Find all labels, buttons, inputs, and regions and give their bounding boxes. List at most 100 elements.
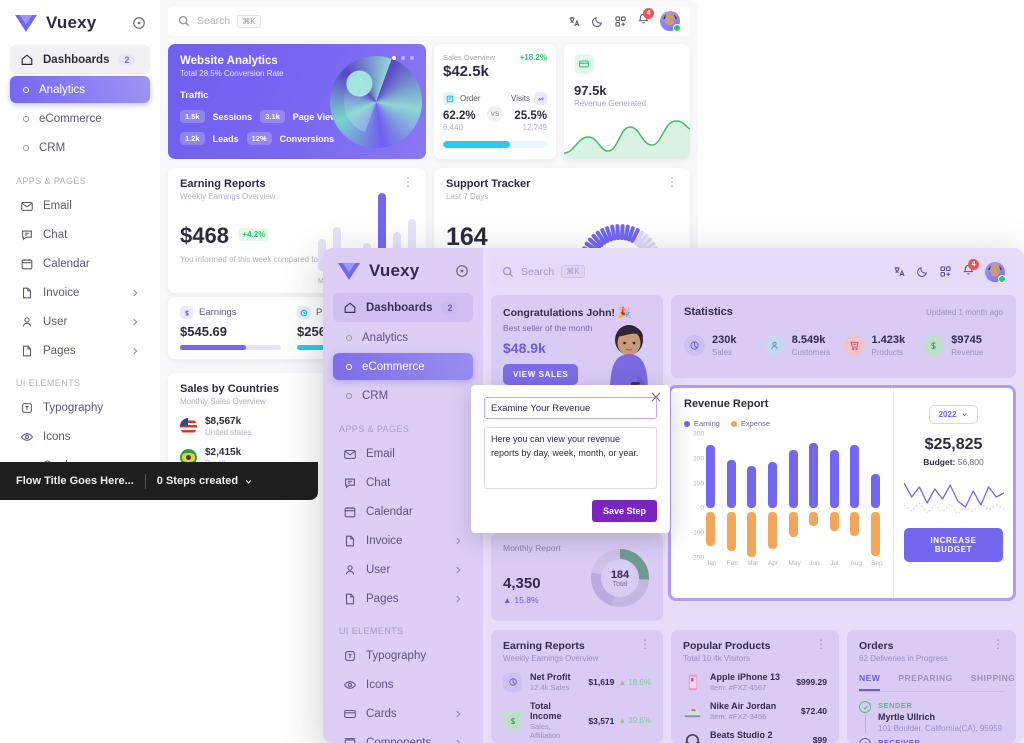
revenue-generated-label: Revenue Generated <box>574 99 647 108</box>
product-name: Beats Studio 2 <box>710 730 773 740</box>
step-title-input[interactable] <box>484 397 657 419</box>
statistics-title: Statistics <box>684 306 733 318</box>
bullet-icon <box>23 144 29 151</box>
brand[interactable]: Vuexy <box>0 0 160 33</box>
year-select[interactable]: 2022 <box>928 405 979 424</box>
mail-icon <box>20 199 34 213</box>
more-options-icon[interactable]: ⋮ <box>666 176 678 188</box>
sidebar-item-calendar[interactable]: Calendar <box>10 249 150 278</box>
bar-group <box>871 434 880 558</box>
more-options-icon[interactable]: ⋮ <box>402 176 414 188</box>
tab-shipping[interactable]: SHIPPING <box>971 673 1016 691</box>
expense-bar <box>829 512 839 531</box>
grid-icon[interactable] <box>939 265 952 278</box>
sidebar-item-email[interactable]: Email <box>10 191 150 220</box>
sidebar-item-typography[interactable]: Typography <box>10 393 150 422</box>
visits-icon <box>534 92 547 105</box>
more-options-icon[interactable]: ⋮ <box>639 638 651 650</box>
conversions-label: Conversions <box>279 133 335 144</box>
list-item: Beats Studio 2Item: #FXZ-1234 $99 <box>683 730 827 743</box>
sidebar-item-analytics[interactable]: Analytics <box>333 324 473 351</box>
sidebar-item-ecommerce[interactable]: eCommerce <box>333 353 473 380</box>
avatar[interactable] <box>660 11 681 32</box>
item-pct-value: 39.6% <box>628 716 651 725</box>
sidebar-item-pages[interactable]: Pages <box>333 584 473 613</box>
close-icon[interactable] <box>650 391 662 403</box>
sidebar-item-dashboards[interactable]: Dashboards 2 <box>333 293 473 322</box>
sidebar-item-user[interactable]: User <box>10 307 150 336</box>
save-step-button[interactable]: Save Step <box>591 500 657 522</box>
tab-preparing[interactable]: PREPARING <box>898 673 952 691</box>
increase-budget-button[interactable]: INCREASE BUDGET <box>904 528 1003 562</box>
legend-expense: Expense <box>730 419 770 428</box>
sidebar-item-calendar[interactable]: Calendar <box>333 497 473 526</box>
translate-icon[interactable] <box>568 15 581 28</box>
search-icon[interactable] <box>502 266 514 278</box>
earning-bar <box>747 466 757 509</box>
brand[interactable]: Vuexy <box>323 248 483 281</box>
earning-bar <box>809 442 819 509</box>
expense-bar <box>871 512 880 556</box>
chat-icon <box>20 228 34 242</box>
stat-products: 1.423k Products <box>843 334 924 357</box>
notifications[interactable]: 4 <box>637 8 654 30</box>
sidebar-item-components[interactable]: Components <box>333 728 473 743</box>
notifications[interactable]: 4 <box>962 258 979 281</box>
sidebar-item-email[interactable]: Email <box>333 439 473 468</box>
sidebar-section-apps: APPS & PAGES <box>16 176 87 186</box>
chevron-right-icon <box>133 289 138 296</box>
support-tracker-title: Support Tracker <box>446 178 531 190</box>
flow-steps-dropdown[interactable]: 0 Steps created <box>157 475 253 487</box>
tab-new[interactable]: NEW <box>859 673 881 691</box>
avatar[interactable] <box>985 261 1006 283</box>
earning-bar <box>767 461 777 509</box>
more-options-icon[interactable]: ⋮ <box>815 638 827 650</box>
translate-icon[interactable] <box>893 265 906 278</box>
sidebar-item-chat[interactable]: Chat <box>10 220 150 249</box>
background-sidebar: Vuexy Dashboards 2 Analytics eCommerce C… <box>0 0 160 468</box>
sidebar-item-typography[interactable]: Typography <box>333 641 473 670</box>
chevron-right-icon <box>133 347 138 354</box>
search-placeholder[interactable]: Search <box>197 15 230 27</box>
users-icon <box>763 335 785 356</box>
card-icon <box>343 707 357 721</box>
sidebar-item-dashboards[interactable]: Dashboards 2 <box>10 45 150 74</box>
sidebar-item-icons[interactable]: Icons <box>10 422 150 451</box>
list-item: Nike Air Jordan Item: #FXZ-3456 $72.40 <box>683 701 827 721</box>
more-options-icon[interactable]: ⋮ <box>992 638 1004 650</box>
sidebar-item-user[interactable]: User <box>333 555 473 584</box>
pin-icon[interactable] <box>455 264 469 278</box>
sender-address: 101 Boulder, California(CA), 95959 <box>878 724 1003 733</box>
y-tick: 200 <box>693 455 704 463</box>
grid-icon[interactable] <box>614 15 627 28</box>
sidebar-item-crm[interactable]: CRM <box>10 134 150 161</box>
sidebar-item-invoice[interactable]: Invoice <box>333 526 473 555</box>
background-topbar: Search ⌘K 4 <box>168 6 690 36</box>
chevron-down-icon <box>962 413 967 417</box>
sidebar-item-analytics[interactable]: Analytics <box>10 76 150 103</box>
gauge-tick <box>623 224 630 241</box>
sidebar-item-invoice[interactable]: Invoice <box>10 278 150 307</box>
sidebar-label-chat: Chat <box>366 476 391 489</box>
legend-earning: Earning <box>684 419 720 428</box>
sidebar-item-icons[interactable]: Icons <box>333 670 473 699</box>
sidebar-item-cards[interactable]: Cards <box>333 699 473 728</box>
step-description-textarea[interactable] <box>484 427 657 489</box>
view-sales-button[interactable]: VIEW SALES <box>503 364 579 385</box>
expense-bar <box>767 512 777 550</box>
pin-icon[interactable] <box>132 16 146 30</box>
chat-icon <box>343 476 357 490</box>
moon-icon[interactable] <box>916 265 929 278</box>
calendar-icon <box>20 257 34 271</box>
sidebar-item-pages[interactable]: Pages <box>10 336 150 365</box>
search-placeholder[interactable]: Search <box>521 266 554 278</box>
moon-icon[interactable] <box>591 15 604 28</box>
search-icon[interactable] <box>178 15 190 27</box>
sidebar-item-chat[interactable]: Chat <box>333 468 473 497</box>
sidebar-item-ecommerce[interactable]: eCommerce <box>10 105 150 132</box>
user-icon <box>20 315 34 329</box>
carousel-dots[interactable] <box>392 56 414 60</box>
sidebar-label-typography: Typography <box>43 401 104 414</box>
check-circle-icon <box>859 701 871 713</box>
sidebar-item-crm[interactable]: CRM <box>333 382 473 409</box>
